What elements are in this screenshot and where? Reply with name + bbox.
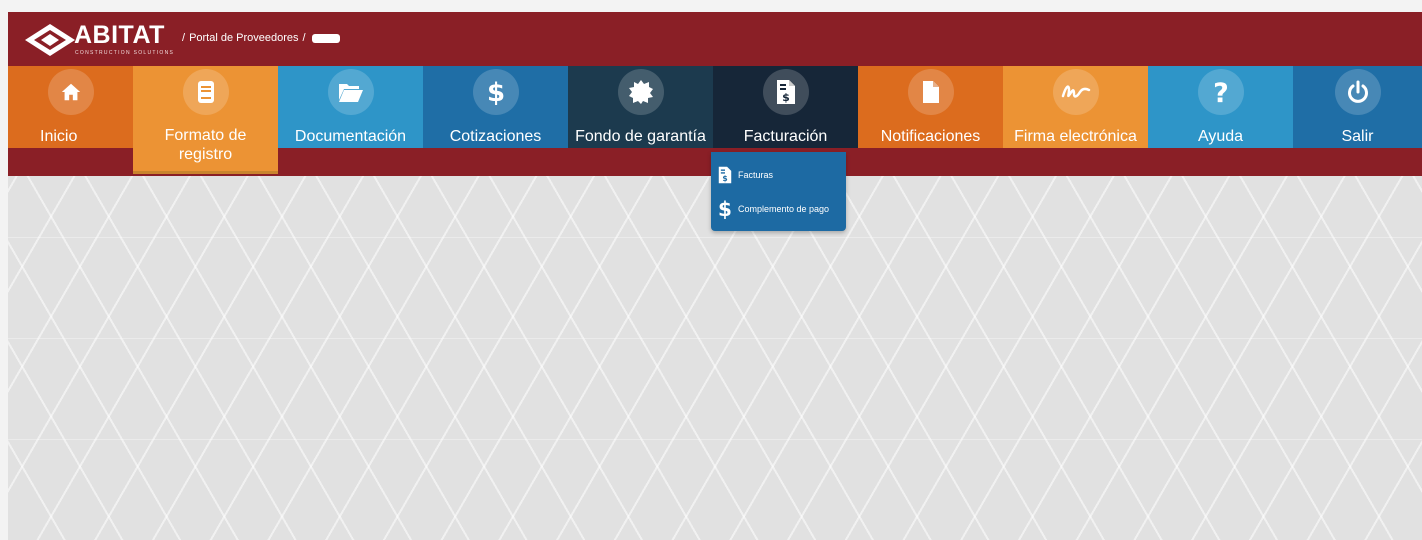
question-icon: ? xyxy=(1197,69,1244,115)
nav-label: Documentación xyxy=(294,128,407,145)
nav-label: Fondo de garantía xyxy=(575,128,706,145)
nav-salir[interactable]: Salir xyxy=(1293,66,1422,148)
nav-label: Cotizaciones xyxy=(449,128,542,145)
breadcrumb: / Portal de Proveedores / xyxy=(182,32,340,44)
brand-tagline: CONSTRUCTION SOLUTIONS xyxy=(75,50,175,56)
dollar-icon: $ xyxy=(472,69,519,115)
nav-label: Inicio xyxy=(40,128,78,145)
brand-name: ABITAT xyxy=(74,21,165,49)
svg-text:?: ? xyxy=(1213,78,1229,106)
dropdown-item-facturas[interactable]: $ Facturas xyxy=(718,164,773,186)
breadcrumb-separator: / xyxy=(302,32,306,44)
nav-label-line1: Formato de xyxy=(164,127,247,144)
book-icon xyxy=(182,69,229,115)
nav-label: Salir xyxy=(1341,128,1374,145)
nav-label: Formato de registro xyxy=(133,126,278,164)
dropdown-label: Complemento de pago xyxy=(738,204,830,214)
nav-label: Notificaciones xyxy=(880,128,981,145)
nav-label: Firma electrónica xyxy=(1014,128,1137,145)
dropdown-item-complemento-pago[interactable]: $ Complemento de pago xyxy=(718,198,829,220)
file-icon xyxy=(907,69,954,115)
folder-open-icon xyxy=(327,69,374,115)
svg-text:$: $ xyxy=(782,91,790,104)
breadcrumb-redacted xyxy=(311,33,340,43)
nav-ayuda[interactable]: ? Ayuda xyxy=(1148,66,1293,148)
invoice-icon: $ xyxy=(762,69,809,115)
svg-text:$: $ xyxy=(722,174,727,183)
nav-firma-electronica[interactable]: Firma electrónica xyxy=(1003,66,1148,148)
invoice-icon: $ xyxy=(718,166,732,184)
facturacion-dropdown: $ Facturas $ Complemento de pago xyxy=(711,152,846,231)
app-frame: ABITAT CONSTRUCTION SOLUTIONS / Portal d… xyxy=(8,12,1422,540)
dollar-icon: $ xyxy=(718,199,732,219)
nav-formato-registro[interactable]: Formato de registro xyxy=(133,66,278,174)
nav-notificaciones[interactable]: Notificaciones xyxy=(858,66,1003,148)
svg-text:$: $ xyxy=(486,78,504,106)
nav-label: Facturación xyxy=(743,128,828,145)
nav-inicio[interactable]: Inicio xyxy=(8,66,133,148)
power-icon xyxy=(1334,69,1381,115)
nav-fondo-garantia[interactable]: Fondo de garantía xyxy=(568,66,713,148)
nav-documentacion[interactable]: Documentación xyxy=(278,66,423,148)
nav-facturacion[interactable]: $ Facturación xyxy=(713,66,858,148)
nav-label-line2: registro xyxy=(178,146,233,163)
signature-icon xyxy=(1052,69,1099,115)
breadcrumb-portal[interactable]: Portal de Proveedores xyxy=(189,32,298,44)
badge-icon xyxy=(617,69,664,115)
svg-text:$: $ xyxy=(718,199,732,219)
abitat-logo-icon xyxy=(25,24,75,56)
top-header: ABITAT CONSTRUCTION SOLUTIONS / Portal d… xyxy=(8,12,1422,66)
breadcrumb-separator: / xyxy=(182,32,186,44)
dropdown-label: Facturas xyxy=(738,170,774,180)
nav-label: Ayuda xyxy=(1197,128,1244,145)
nav-cotizaciones[interactable]: $ Cotizaciones xyxy=(423,66,568,148)
home-icon xyxy=(47,69,94,115)
